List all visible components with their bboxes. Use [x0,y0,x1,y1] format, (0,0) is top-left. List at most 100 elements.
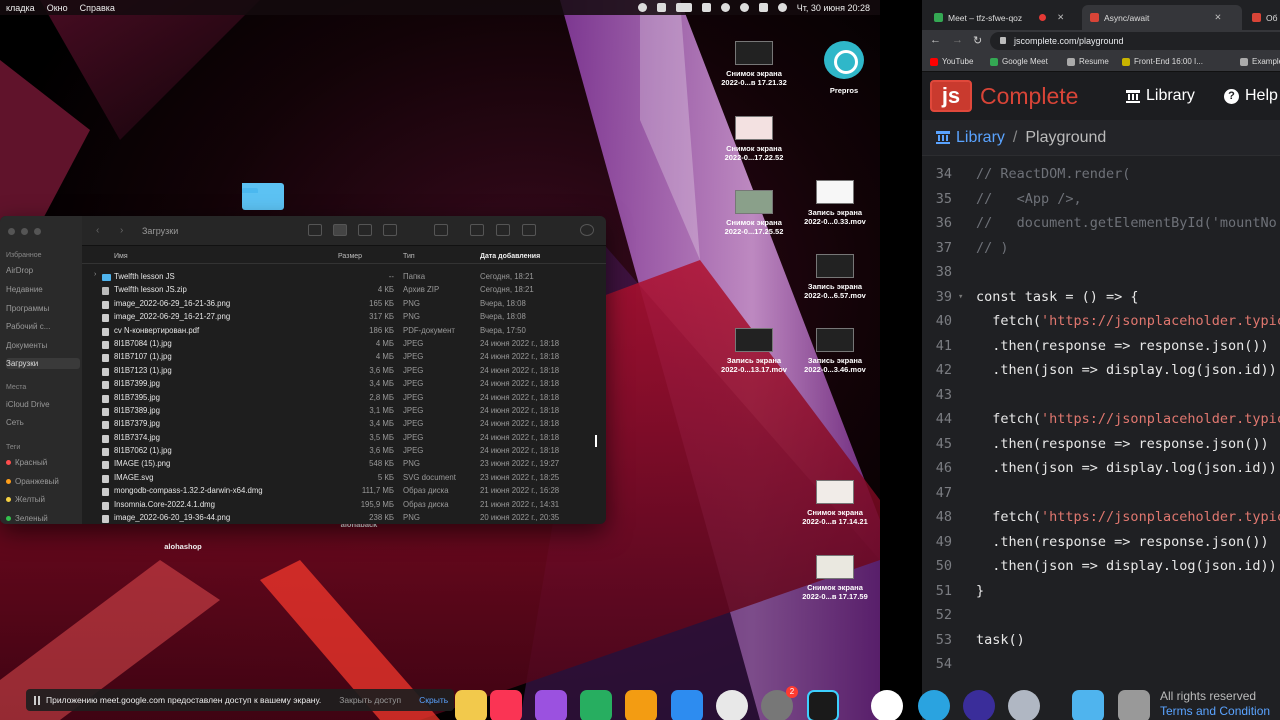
url-field[interactable]: jscomplete.com/playground [990,32,1280,50]
sidebar-item-documents[interactable]: Документы [6,341,80,350]
telegram-icon[interactable] [918,690,950,720]
bookmark-frontend[interactable]: Front-End 16:00 I... [1122,57,1203,66]
folder-icon[interactable] [1072,690,1104,720]
siri-icon[interactable] [777,3,787,12]
code-line[interactable]: 43 [922,387,1280,412]
nav-help[interactable]: ? Help [1224,87,1278,105]
sidebar-item-desktop[interactable]: Рабочий с... [6,322,80,331]
file-row[interactable]: cv N-конвертирован.pdf 186 КБ PDF-документ… [82,325,606,338]
desktop-item[interactable]: Снимок экрана 2022-0...в 17.21.32 [709,41,799,87]
sidebar-item-icloud[interactable]: iCloud Drive [6,400,80,409]
file-row[interactable]: image_2022-06-29_16-21-36.png 165 КБ PNG Вч… [82,298,606,311]
file-row[interactable]: 8I1B7084 (1).jpg 4 МБ JPEG 24 июня 2022 г.,… [82,338,606,351]
desktop-item-prepros-label[interactable]: Prepros [799,86,880,95]
back-arrow-icon[interactable]: ‹ [96,225,99,236]
pages-icon[interactable] [625,690,657,720]
bookmark-google-meet[interactable]: Google Meet [990,57,1048,66]
trash-icon[interactable] [1118,690,1150,720]
notes-icon[interactable] [455,690,487,720]
sidebar-tag-green[interactable]: Зеленый [6,514,80,523]
sidebar-tag-yellow[interactable]: Желтый [6,495,80,504]
code-line[interactable]: 47 [922,485,1280,510]
code-line[interactable]: 49 .then(response => response.json()) [922,534,1280,559]
file-row[interactable]: mongodb-compass-1.32.2-darwin-x64.dmg 111… [82,485,606,498]
code-line[interactable]: 36 // document.getElementById('mountNo [922,215,1280,240]
tab-meet[interactable]: Meet – tfz-sfwe-qoz ✕ [926,5,1076,30]
bookmark-youtube[interactable]: YouTube [930,57,973,66]
desktop-item[interactable]: Снимок экрана 2022-0...17.25.52 [709,190,799,236]
code-line[interactable]: 35 // <App />, [922,191,1280,216]
battery-icon[interactable] [675,3,692,12]
code-line[interactable]: 39 ▾ const task = () => { [922,289,1280,314]
sidebar-tag-red[interactable]: Красный [6,458,80,467]
tag-button[interactable] [496,224,510,236]
file-row[interactable]: › Twelfth lesson JS -- Папка Сегодня, 18:21 [82,271,606,284]
firefox-icon[interactable] [963,690,995,720]
code-line[interactable]: 42 .then(json => display.log(json.id)) [922,362,1280,387]
prepros-app-icon[interactable] [824,41,864,79]
file-row[interactable]: 8I1B7395.jpg 2,8 МБ JPEG 24 июня 2022 г., 1… [82,392,606,405]
share-button[interactable] [470,224,484,236]
jscomplete-logo[interactable]: js [930,80,972,112]
search-icon[interactable] [1008,690,1040,720]
zoom-window-button[interactable] [34,228,41,235]
close-window-button[interactable] [8,228,15,235]
disclosure-triangle-icon[interactable]: › [94,271,96,278]
back-icon[interactable]: ← [930,34,941,46]
code-line[interactable]: 51} [922,583,1280,608]
file-row[interactable]: 8I1B7062 (1).jpg 3,6 МБ JPEG 24 июня 2022 г… [82,445,606,458]
group-button[interactable] [434,224,448,236]
control-center-icon[interactable] [758,3,768,12]
file-row[interactable]: Insomnia.Core-2022.4.1.dmg 195,9 МБ Образ … [82,499,606,512]
app-store-icon[interactable] [671,690,703,720]
code-line[interactable]: 46 .then(json => display.log(json.id)) [922,460,1280,485]
code-line[interactable]: 53 task() [922,632,1280,657]
code-line[interactable]: 50 .then(json => display.log(json.id)) [922,558,1280,583]
file-row[interactable]: 8I1B7123 (1).jpg 3,6 МБ JPEG 24 июня 2022 г… [82,365,606,378]
stop-sharing-button[interactable]: Закрыть доступ [339,695,401,705]
gallery-view-button[interactable] [383,224,397,236]
numbers-icon[interactable] [580,690,612,720]
desktop-item[interactable]: Снимок экрана 2022-0...в 17.17.59 [790,555,880,601]
menu-item-help[interactable]: Справка [74,3,121,13]
minimize-window-button[interactable] [21,228,28,235]
code-line[interactable]: 44 fetch('https://jsonplaceholder.typic [922,411,1280,436]
code-line[interactable]: 48 fetch('https://jsonplaceholder.typic [922,509,1280,534]
code-line[interactable]: 34 // ReactDOM.render( [922,166,1280,191]
menu-item-window[interactable]: Окно [41,3,74,13]
file-row[interactable]: 8I1B7374.jpg 3,5 МБ JPEG 24 июня 2022 г., 1… [82,432,606,445]
nav-library[interactable]: Library [1126,87,1195,105]
search-icon[interactable] [580,224,594,236]
code-line[interactable]: 40 fetch('https://jsonplaceholder.typic [922,313,1280,338]
chrome-icon[interactable] [716,690,748,720]
file-row[interactable]: 8I1B7399.jpg 3,4 МБ JPEG 24 июня 2022 г., 1… [82,378,606,391]
search-icon[interactable] [739,3,749,12]
mongodb-icon[interactable] [871,690,903,720]
desktop-item[interactable]: Запись экрана 2022-0...3.46.mov [790,328,880,374]
fold-arrow-icon[interactable]: ▾ [958,292,963,302]
desktop-item[interactable]: Запись экрана 2022-0...6.57.mov [790,254,880,300]
tab-async-await[interactable]: Async/await ✕ [1082,5,1242,30]
file-row[interactable]: 8I1B7107 (1).jpg 4 МБ JPEG 24 июня 2022 г.,… [82,351,606,364]
webstorm-icon[interactable] [807,690,839,720]
code-line[interactable]: 41 .then(response => response.json()) [922,338,1280,363]
file-row[interactable]: Twelfth lesson JS.zip 4 КБ Архив ZIP Сегодн… [82,284,606,297]
code-editor[interactable]: 34 // ReactDOM.render(35 // <App />, 36 // d… [922,162,1280,682]
desktop-item[interactable]: Запись экрана 2022-0...0.33.mov [790,180,880,226]
podcasts-icon[interactable] [535,690,567,720]
menu-clock[interactable]: Чт, 30 июня 20:28 [797,3,870,13]
menu-item-edit[interactable]: кладка [0,3,41,13]
code-line[interactable]: 52 [922,607,1280,632]
wifi-icon[interactable] [720,3,730,12]
close-tab-icon[interactable]: ✕ [1214,12,1221,23]
reload-icon[interactable]: ↻ [973,34,982,47]
action-button[interactable] [522,224,536,236]
tab-third[interactable]: Об [1244,5,1280,30]
sidebar-item-downloads[interactable]: Загрузки [6,358,80,369]
column-type[interactable]: Тип [403,253,415,260]
file-row[interactable]: IMAGE.svg 5 КБ SVG document 23 июня 2022 г.… [82,472,606,485]
breadcrumb-library[interactable]: Library [936,129,1005,147]
sidebar-item-applications[interactable]: Программы [6,304,80,313]
code-line[interactable]: 37 // ) [922,240,1280,265]
file-row[interactable]: IMAGE (15).png 548 КБ PNG 23 июня 2022 г., … [82,458,606,471]
